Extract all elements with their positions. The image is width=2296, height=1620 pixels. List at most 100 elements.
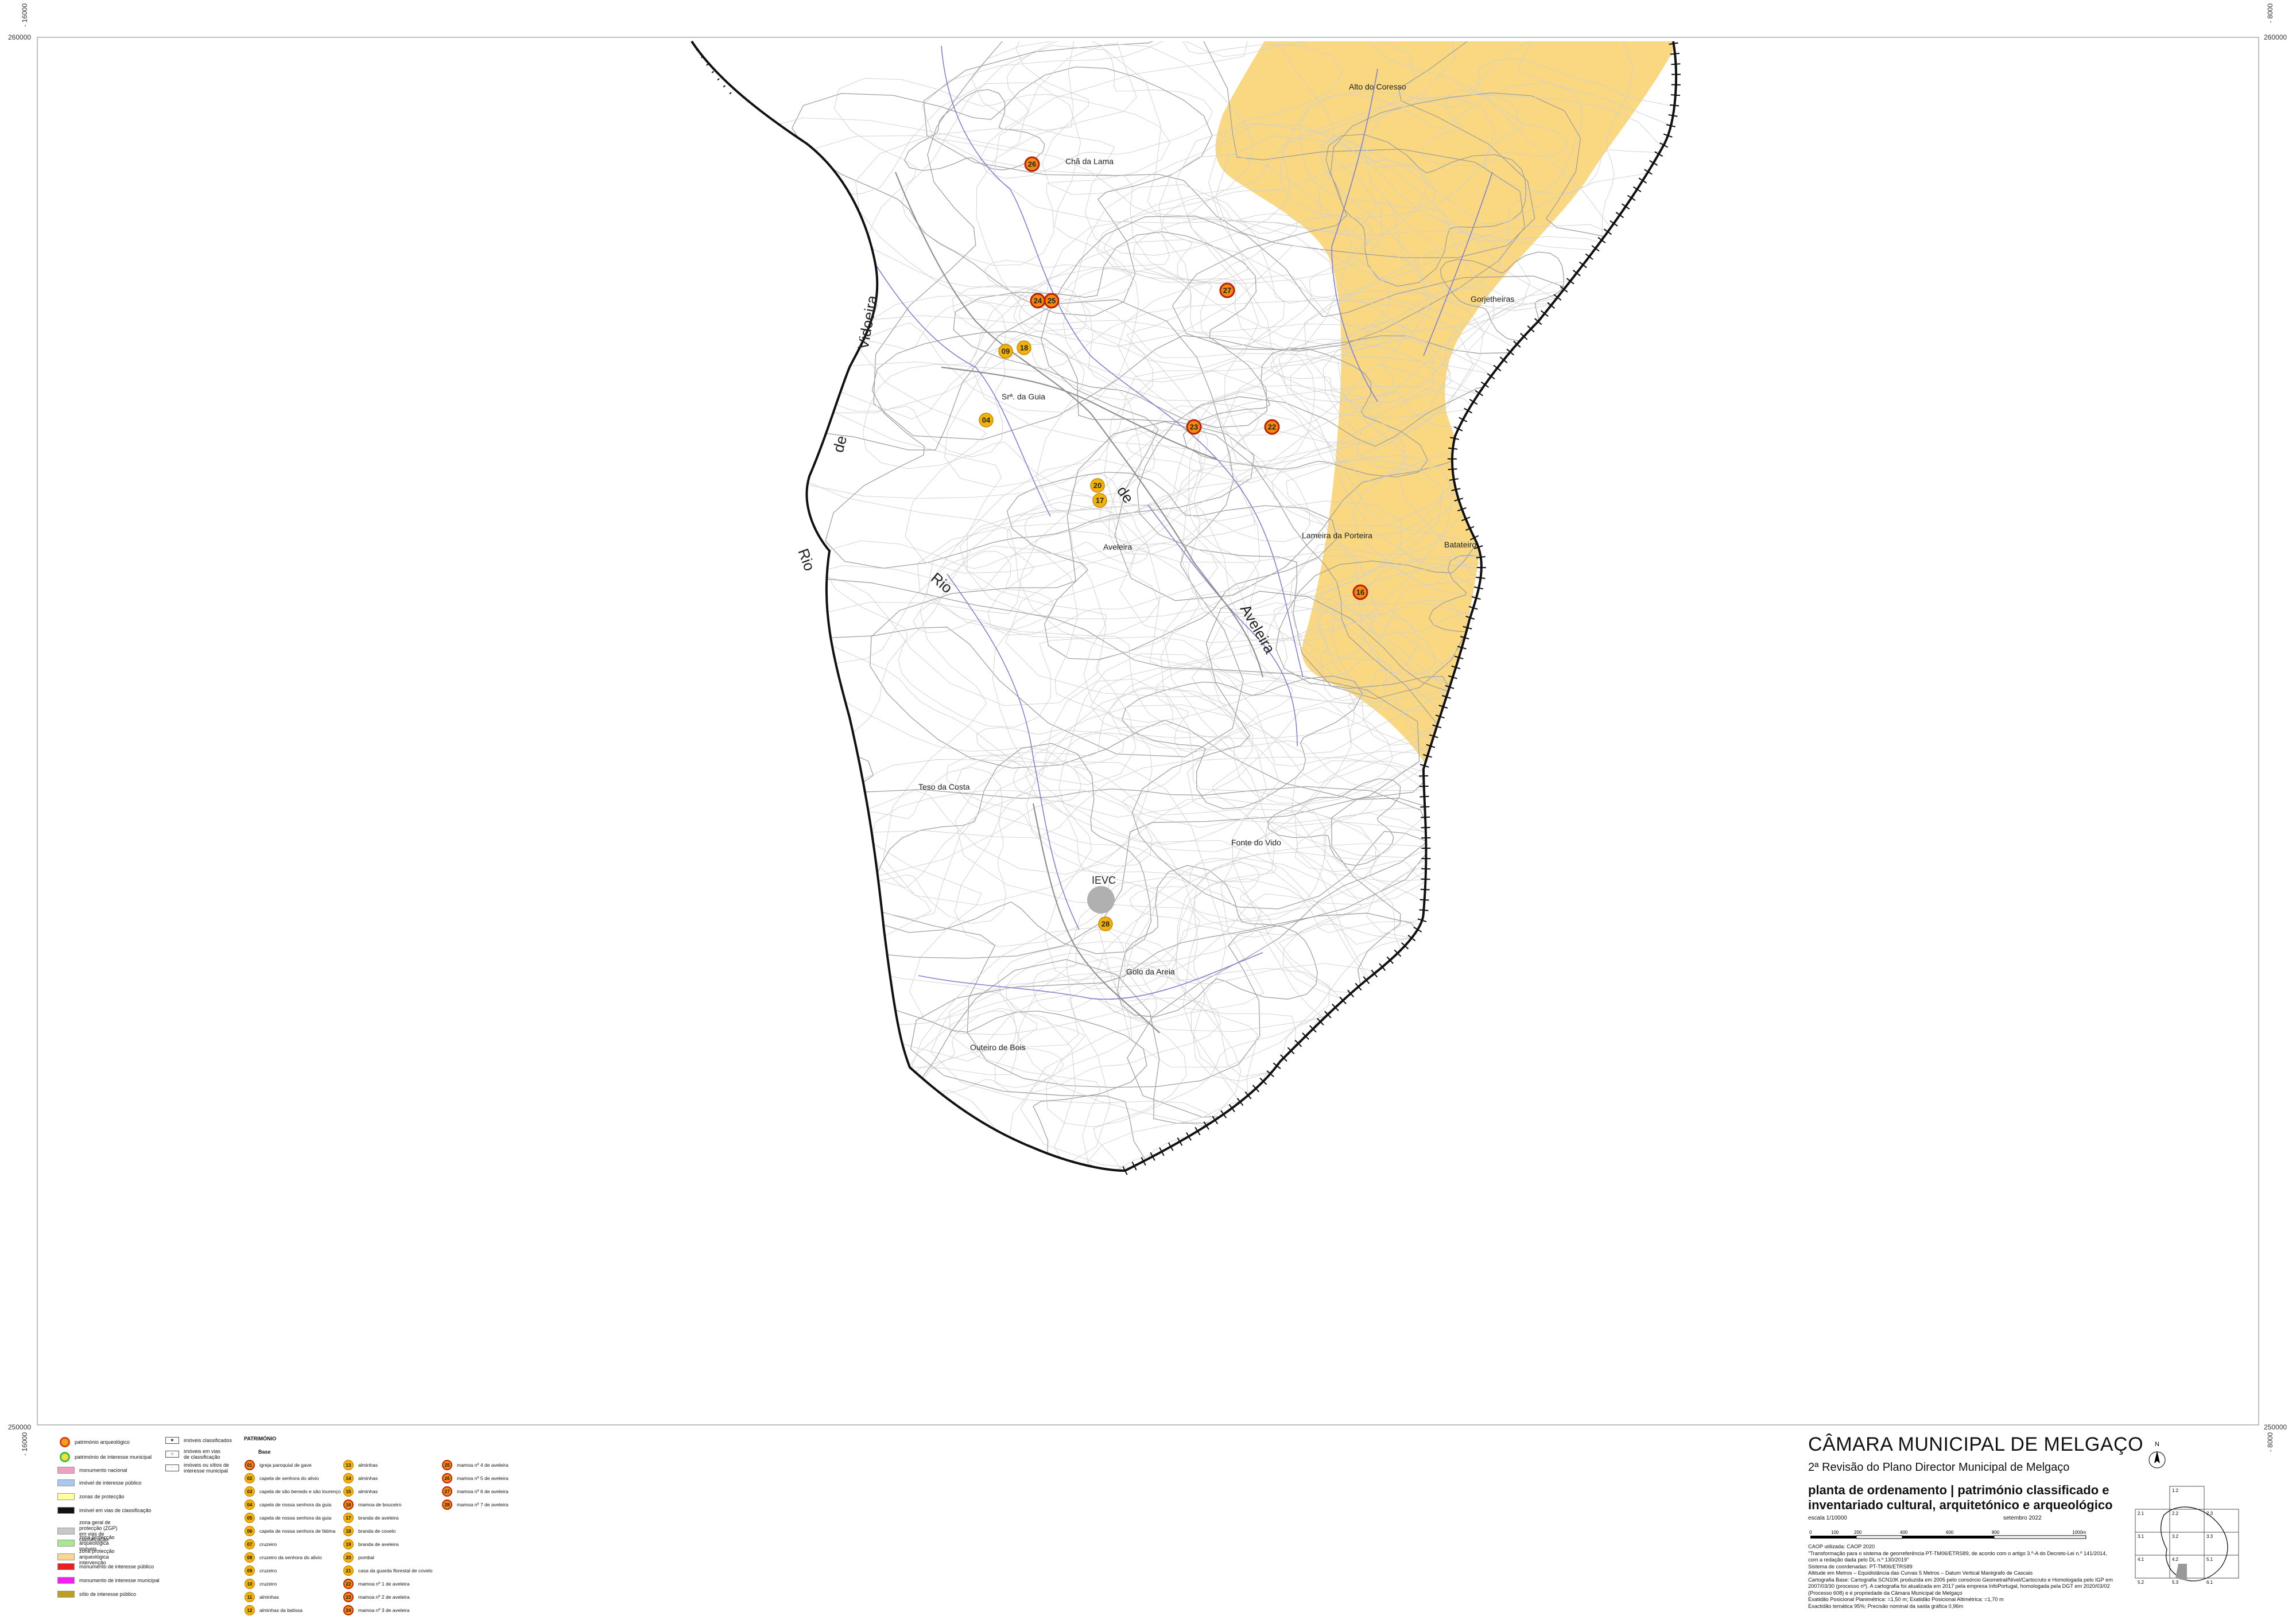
patrimonio-label: capela de nossa senhora da guia [259,1515,332,1521]
legend-label: monumento nacional [79,1467,127,1473]
legend-row: zonas de protecção [57,1493,125,1500]
patrimonio-item: 25 mamoa nº 4 de aveleira [442,1460,509,1470]
patrimonio-item: 28 mamoa nº 7 de aveleira [442,1499,509,1510]
legend-row: ○ imóveis em vias de classificação [165,1448,224,1460]
ievc-marker[interactable] [1087,886,1115,914]
patrimonio-code: 08 [245,1552,255,1563]
key-label: 2.2 [2172,1511,2179,1516]
contour-line [1464,972,1676,1109]
key-label: 6.1 [2206,1580,2213,1585]
border-tick [1668,114,1678,117]
legend-label: sítio de interesse público [79,1591,137,1597]
legend-row-arq: património arqueológico [60,1437,130,1447]
patrimonio-code: 17 [343,1513,354,1523]
key-label: 3.1 [2138,1534,2144,1539]
patrimonio-item: 03 capela de são benedo e são lourenço [245,1486,341,1497]
map-canvas[interactable]: Vidoeira de Rio Rio de Aveleira Alto do … [0,0,2296,1435]
contour-line [1147,1137,1287,1171]
contour-line [1155,667,1293,753]
contour-line [1291,760,1676,1068]
patrimonio-item: 13 alminhas [343,1460,378,1470]
contour-line [910,912,1434,1171]
key-label: 5.1 [2206,1557,2213,1562]
key-label: 4.1 [2138,1557,2144,1562]
key-label: 2.3 [2206,1511,2213,1516]
contour-line [893,926,1539,1171]
scale-tick: 800 [1992,1530,2000,1535]
river-label-de-b: de [1114,483,1137,506]
org-name: CÂMARA MUNICIPAL DE MELGAÇO [1808,1433,2144,1455]
swatch [57,1479,75,1486]
patrimonio-item: 20 pombal [343,1552,374,1563]
patrimonio-item: 12 alminhas da batissa [245,1605,302,1615]
heritage-marker-code: 17 [1096,496,1104,505]
patrimonio-item: 08 cruzeiro da senhora do alivio [245,1552,322,1563]
legend-row: imóvel de interesse público [57,1479,142,1486]
patrimonio-label: mamoa nº 6 de aveleira [457,1489,509,1494]
contour-line [1366,757,1676,939]
place-gorjetheiras: Gorjetheiras [1471,294,1514,304]
key-label: 1.2 [2172,1488,2179,1493]
heritage-marker-code: 09 [1002,347,1010,356]
place-fonte-vido: Fonte do Vido [1231,838,1281,847]
patrimonio-item: 15 alminhas [343,1486,378,1497]
patrimonio-item: 17 branda de aveleira [343,1513,398,1523]
swatch [57,1507,75,1514]
patrimonio-code: 22 [343,1579,354,1589]
patrimonio-label: branda de aveleira [358,1515,399,1521]
patrimonio-label: igreja paroquial de gave [259,1462,312,1468]
patrimonio-subtitle: Base [258,1449,271,1455]
patrimonio-label: cruzeiro [259,1541,277,1547]
municipal-symbol-icon [60,1452,70,1462]
patrimonio-label: alminhas [259,1594,280,1600]
place-srs-guia: Srª. da Guia [1002,392,1045,401]
patrimonio-title: PATRIMÓNIO [244,1436,277,1442]
patrimonio-code: 25 [442,1460,452,1470]
star-icon: ★ [165,1437,179,1444]
legend-label: monumento de interesse municipal [79,1578,160,1583]
swatch [57,1553,75,1560]
key-label: 4.2 [2172,1557,2179,1562]
patrimonio-code: 20 [343,1552,354,1563]
technical-notes: CAOP utilizada: CAOP 2020 "Transformação… [1808,1544,2118,1610]
contour-line [692,546,1153,875]
patrimonio-label: alminhas [358,1489,378,1494]
patrimonio-code: 10 [245,1579,255,1589]
border-tick [1421,878,1430,880]
swatch [57,1563,75,1570]
legend-label: imóvel em vias de classificação [79,1508,152,1513]
border-tick [1670,53,1680,55]
contour-line [1162,585,1676,1028]
patrimonio-code: 24 [343,1605,354,1615]
patrimonio-label: mamoa nº 2 de aveleira [358,1594,410,1600]
legend-row-municipal: património de interesse municipal [60,1452,152,1462]
note-line: Cartografia Base: Cartografia SCN10K pro… [1808,1576,2113,1596]
patrimonio-item: 07 cruzeiro [245,1539,277,1549]
patrimonio-code: 05 [245,1513,255,1523]
scale-tick: 600 [1946,1530,1954,1535]
heritage-marker-code: 27 [1223,286,1231,295]
heritage-marker-code: 20 [1093,481,1102,490]
patrimonio-label: alminhas da batissa [259,1607,303,1613]
patrimonio-code: 04 [245,1499,255,1510]
contour-line [811,1005,1147,1171]
contour-line [1205,602,1676,997]
swatch [57,1528,75,1534]
patrimonio-code: 09 [245,1565,255,1576]
patrimonio-item: 16 mamoa de bouceiro [343,1499,401,1510]
patrimonio-item: 10 cruzeiro [245,1579,277,1589]
contour-line [1331,798,1676,1058]
patrimonio-item: 23 mamoa nº 2 de aveleira [343,1592,410,1602]
date-label: setembro 2022 [2003,1515,2042,1521]
dot-icon: · [165,1464,179,1471]
swatch [57,1540,75,1547]
contour-line [994,953,1221,1093]
patrimonio-label: mamoa nº 1 de aveleira [358,1581,410,1587]
patrimonio-code: 14 [343,1473,354,1483]
heritage-marker-code: 25 [1048,297,1056,305]
river-label-rio-a: Rio [794,546,819,573]
contour-line [1435,1019,1580,1098]
scale-tick: 1000m [2072,1530,2086,1535]
legend-row: monumento de interesse público [57,1563,154,1570]
note-line: Altitude em Metros – Equidistância das C… [1808,1570,2033,1576]
